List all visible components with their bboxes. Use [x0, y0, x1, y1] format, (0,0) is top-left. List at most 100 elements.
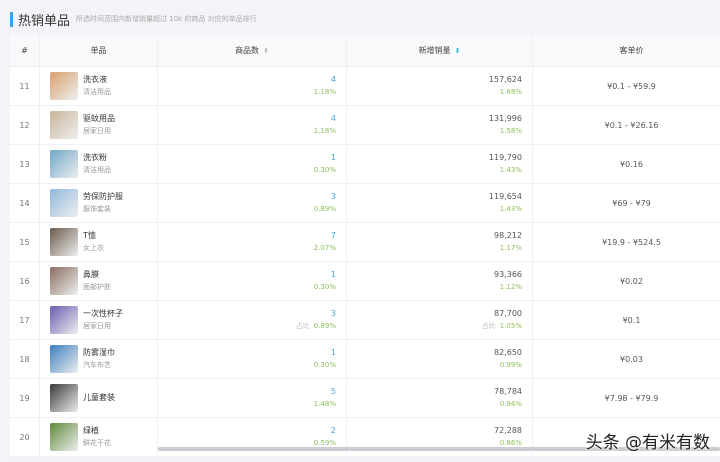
page-title: 热销单品	[18, 13, 71, 29]
sales-percent: 1.12%	[499, 283, 522, 291]
product-count[interactable]: 1	[314, 152, 336, 164]
product-count[interactable]: 2	[314, 425, 336, 437]
product-cell[interactable]: 劳保防护服 服饰套装	[40, 184, 158, 222]
product-name[interactable]: 一次性杯子	[83, 308, 123, 320]
product-cell[interactable]: 防雾湿巾 汽车布艺	[40, 340, 158, 378]
product-thumbnail[interactable]	[50, 384, 78, 412]
table-row[interactable]: 15 T恤 女上衣 7 2.07% 98,212 1.17% ¥19.9 - ¥…	[10, 223, 720, 262]
product-category: 服饰套装	[83, 205, 111, 213]
table-header: # 单品 商品数 ⬍ 新增销量 ⬍ 客单价	[10, 35, 720, 67]
product-count[interactable]: 1	[314, 269, 336, 281]
product-category: 清洁用品	[83, 166, 111, 174]
product-thumbnail[interactable]	[50, 189, 78, 217]
product-name[interactable]: 劳保防护服	[83, 191, 123, 203]
product-category: 鲜花干花	[83, 439, 111, 447]
table-row[interactable]: 18 防雾湿巾 汽车布艺 1 0.30% 82,650 0.99% ¥0.03	[10, 340, 720, 379]
sales-value: 87,700	[494, 309, 522, 318]
count-cell: 4 1.18%	[158, 67, 347, 105]
count-percent: 0.89%	[313, 205, 336, 213]
product-category: 面部护肤	[83, 283, 111, 291]
product-name[interactable]: 儿童套装	[83, 392, 115, 404]
product-name[interactable]: 绿植	[83, 425, 111, 437]
table-row[interactable]: 11 洗衣液 清洁用品 4 1.18% 157,624 1.88% ¥0.1 -…	[10, 67, 720, 106]
rank: 16	[10, 262, 40, 300]
product-cell[interactable]: 洗衣粉 清洁用品	[40, 145, 158, 183]
product-count[interactable]: 7	[314, 230, 336, 242]
table-row[interactable]: 19 儿童套装 5 1.48% 78,784 0.94% ¥7.98 - ¥79…	[10, 379, 720, 418]
count-percent: 0.30%	[313, 361, 336, 369]
rank: 19	[10, 379, 40, 417]
table-row[interactable]: 17 一次性杯子 居家日用 3 占比 0.89% 87,700 占比 1.05% ¥…	[10, 301, 720, 340]
product-thumbnail[interactable]	[50, 150, 78, 178]
product-cell[interactable]: T恤 女上衣	[40, 223, 158, 261]
count-cell: 3 占比 0.89%	[158, 301, 347, 339]
product-name[interactable]: 鼻膜	[83, 269, 111, 281]
sales-value: 119,654	[488, 192, 522, 201]
table-row[interactable]: 12 驱蚊用品 居家日用 4 1.18% 131,996 1.58% ¥0.1 …	[10, 106, 720, 145]
sales-cell: 82,650 0.99%	[347, 340, 533, 378]
product-name[interactable]: T恤	[83, 230, 104, 242]
rank: 13	[10, 145, 40, 183]
product-thumbnail[interactable]	[50, 72, 78, 100]
price-range: ¥0.1	[622, 315, 641, 325]
column-sales-label: 新增销量	[418, 46, 451, 55]
share-label: 占比	[481, 322, 496, 330]
table-row[interactable]: 16 鼻膜 面部护肤 1 0.30% 93,366 1.12% ¥0.02	[10, 262, 720, 301]
rank: 14	[10, 184, 40, 222]
product-count[interactable]: 4	[314, 113, 336, 125]
count-cell: 4 1.18%	[158, 106, 347, 144]
product-cell[interactable]: 鼻膜 面部护肤	[40, 262, 158, 300]
hot-products-table: # 单品 商品数 ⬍ 新增销量 ⬍ 客单价 11 洗衣液 清洁用品 4 1.18% …	[10, 35, 720, 457]
product-name[interactable]: 洗衣液	[83, 74, 111, 86]
product-count[interactable]: 3	[296, 308, 336, 320]
title-accent-bar	[10, 11, 13, 27]
sales-cell: 87,700 占比 1.05%	[347, 301, 533, 339]
price-range: ¥19.9 - ¥524.5	[602, 237, 661, 247]
sales-value: 157,624	[488, 75, 522, 84]
sort-desc-icon[interactable]: ⬍	[455, 47, 461, 55]
sales-cell: 119,790 1.43%	[347, 145, 533, 183]
product-count[interactable]: 4	[314, 74, 336, 86]
count-cell: 1 0.30%	[158, 145, 347, 183]
product-name[interactable]: 驱蚊用品	[83, 113, 115, 125]
sales-value: 98,212	[494, 231, 522, 240]
product-thumbnail[interactable]	[50, 306, 78, 334]
rank: 15	[10, 223, 40, 261]
price-range: ¥0.03	[620, 354, 643, 364]
product-name[interactable]: 防雾湿巾	[83, 347, 115, 359]
price-range: ¥7.98 - ¥79.9	[604, 393, 659, 403]
product-count[interactable]: 5	[314, 386, 336, 398]
price-range: ¥69 - ¥79	[612, 198, 651, 208]
product-count[interactable]: 3	[314, 191, 336, 203]
price-range: ¥0.1 - ¥59.9	[607, 81, 656, 91]
product-thumbnail[interactable]	[50, 267, 78, 295]
product-name[interactable]: 洗衣粉	[83, 152, 111, 164]
product-cell[interactable]: 一次性杯子 居家日用	[40, 301, 158, 339]
table-row[interactable]: 13 洗衣粉 清洁用品 1 0.30% 119,790 1.43% ¥0.16	[10, 145, 720, 184]
column-count[interactable]: 商品数 ⬍	[158, 35, 347, 66]
price-range: ¥0.1 - ¥26.16	[604, 120, 659, 130]
count-percent: 0.30%	[313, 166, 336, 174]
product-cell[interactable]: 洗衣液 清洁用品	[40, 67, 158, 105]
product-cell[interactable]: 绿植 鲜花干花	[40, 418, 158, 456]
column-sales[interactable]: 新增销量 ⬍	[347, 35, 533, 66]
count-percent: 1.18%	[313, 127, 336, 135]
product-thumbnail[interactable]	[50, 423, 78, 451]
sales-percent: 1.43%	[499, 166, 522, 174]
product-count[interactable]: 1	[314, 347, 336, 359]
rank: 18	[10, 340, 40, 378]
sales-percent: 1.17%	[499, 244, 522, 252]
product-thumbnail[interactable]	[50, 345, 78, 373]
table-row[interactable]: 14 劳保防护服 服饰套装 3 0.89% 119,654 1.43% ¥69 …	[10, 184, 720, 223]
sales-cell: 93,366 1.12%	[347, 262, 533, 300]
sales-cell: 131,996 1.58%	[347, 106, 533, 144]
product-thumbnail[interactable]	[50, 228, 78, 256]
product-cell[interactable]: 驱蚊用品 居家日用	[40, 106, 158, 144]
product-thumbnail[interactable]	[50, 111, 78, 139]
count-percent: 0.89%	[313, 322, 336, 330]
product-cell[interactable]: 儿童套装	[40, 379, 158, 417]
rank: 12	[10, 106, 40, 144]
price-range: ¥0.02	[620, 276, 643, 286]
sort-icon[interactable]: ⬍	[263, 47, 269, 55]
count-cell: 7 2.07%	[158, 223, 347, 261]
